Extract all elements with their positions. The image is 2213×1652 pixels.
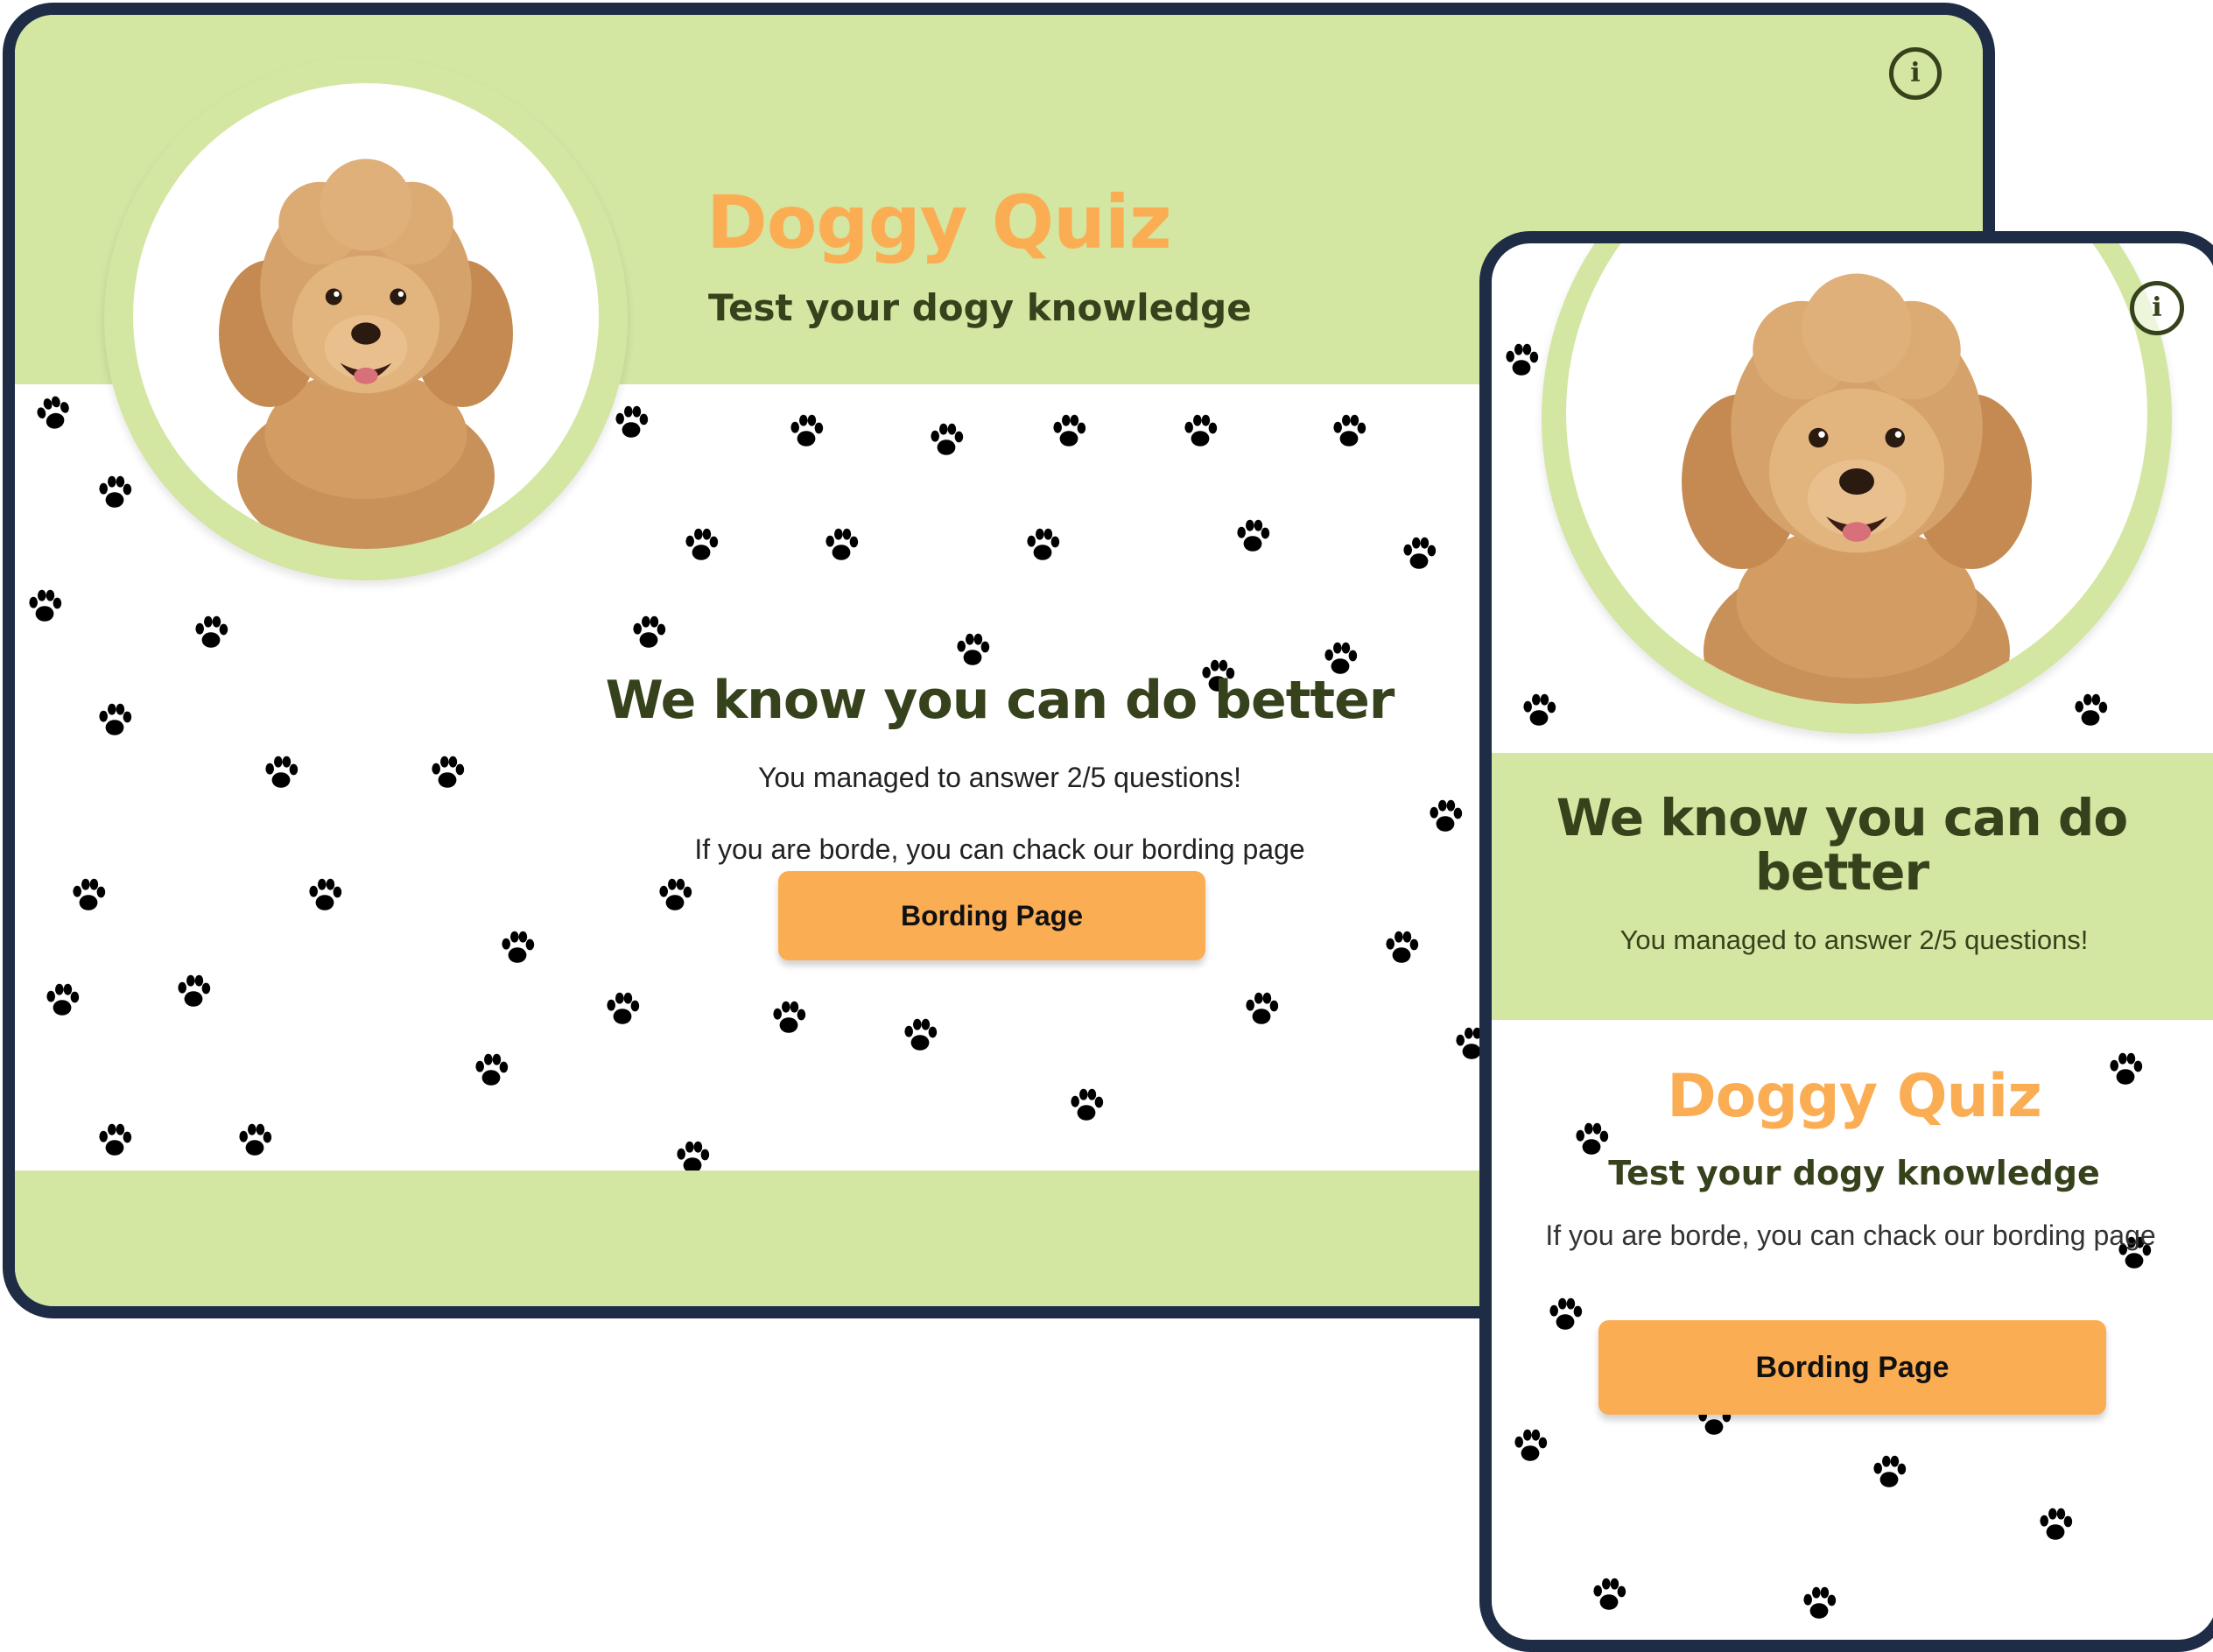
app-title: Doggy Quiz	[706, 179, 1172, 265]
bording-page-button[interactable]: Bording Page	[778, 871, 1205, 960]
app-subtitle: Test your dogy knowledge	[708, 286, 1252, 329]
poodle-photo	[1566, 243, 2147, 704]
score-text: You managed to answer 2/5 questions!	[757, 762, 1242, 793]
info-icon[interactable]: i	[1889, 47, 1942, 100]
poodle-photo	[133, 83, 599, 549]
info-icon[interactable]: i	[2130, 281, 2184, 335]
dog-photo-frame	[104, 57, 628, 580]
result-heading: We know you can do better	[605, 670, 1395, 731]
bording-hint-text: If you are borde, you can chack our bord…	[694, 833, 1305, 865]
result-heading: We know you can do better	[1556, 788, 2128, 902]
mobile-frame: i We know you can do better You managed …	[1479, 231, 2213, 1652]
app-title: Doggy Quiz	[1667, 1062, 2042, 1131]
dog-photo-frame	[1542, 243, 2172, 734]
bording-page-button[interactable]: Bording Page	[1598, 1320, 2106, 1415]
bording-hint-text: If you are borde, you can chack our bord…	[1545, 1220, 2156, 1251]
score-text: You managed to answer 2/5 questions!	[1619, 924, 2089, 955]
app-subtitle: Test your dogy knowledge	[1608, 1154, 2100, 1192]
